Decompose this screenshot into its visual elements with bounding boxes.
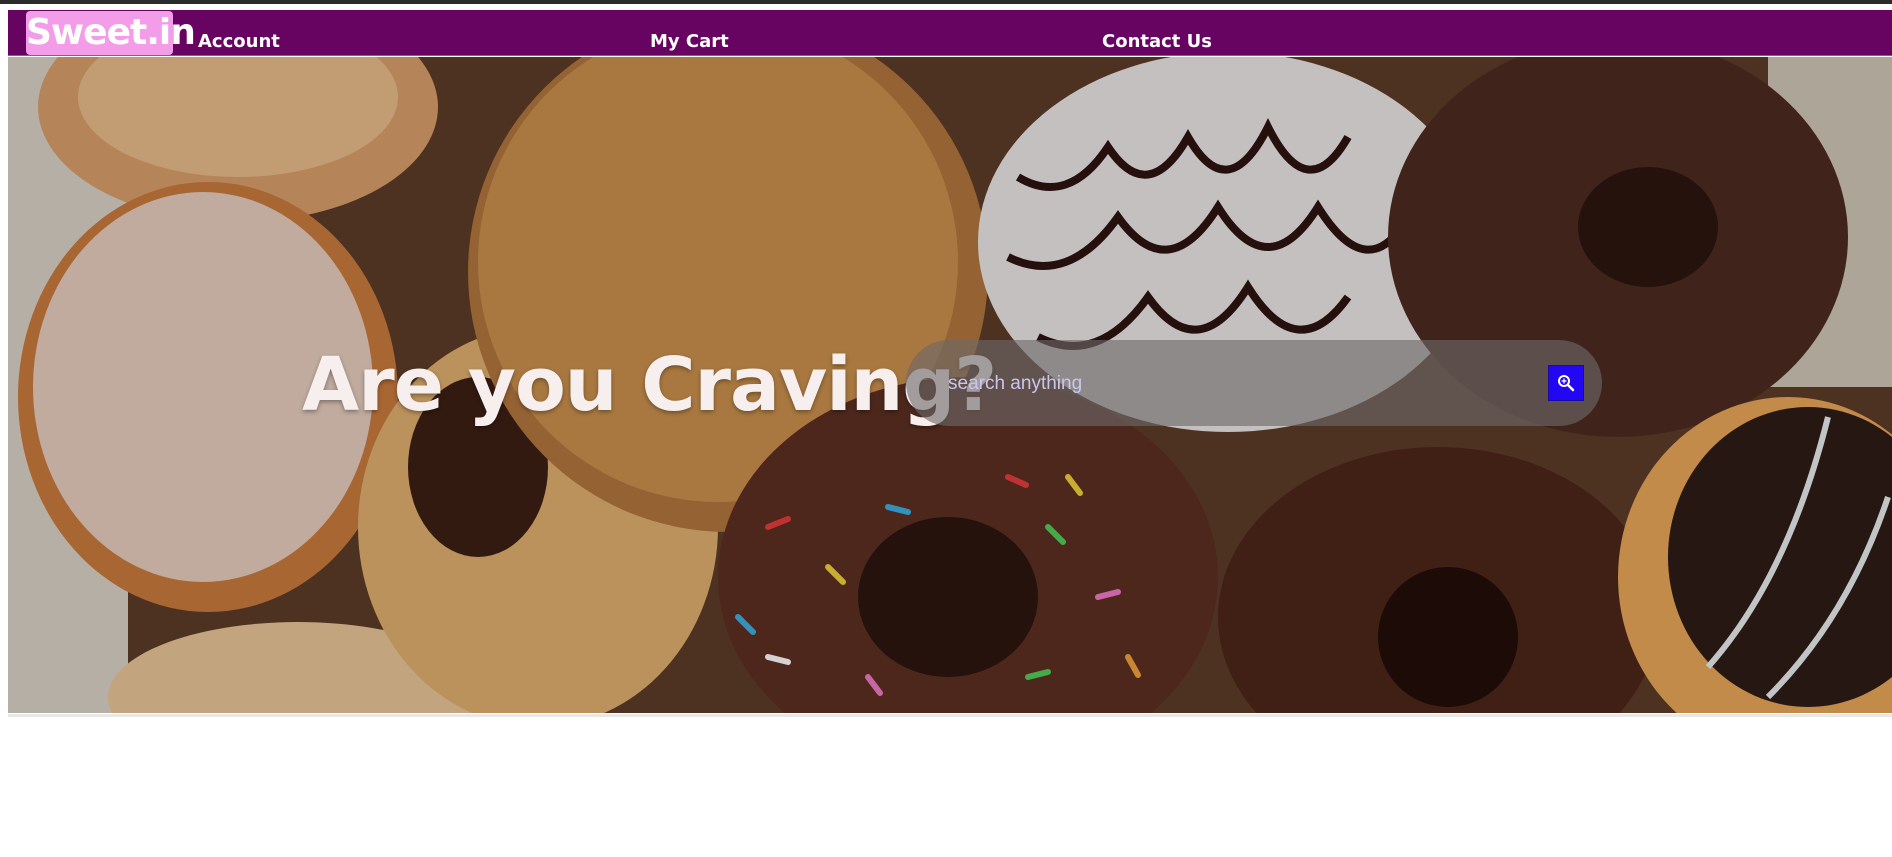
search-button[interactable]: [1548, 365, 1584, 401]
top-navbar: Sweet.in Account My Cart Contact Us: [8, 10, 1892, 56]
nav-link-account[interactable]: Account: [198, 31, 280, 53]
nav-link-my-cart[interactable]: My Cart: [650, 31, 729, 53]
search-zoom-icon: [1558, 375, 1575, 392]
nav-link-contact-us[interactable]: Contact Us: [1102, 31, 1212, 53]
search-bar: [906, 340, 1602, 426]
window-top-border: [0, 0, 1892, 4]
brand-logo[interactable]: Sweet.in: [26, 11, 196, 55]
search-input[interactable]: [946, 366, 1510, 402]
hero-bottom-divider: [8, 714, 1892, 717]
hero-headline: Are you Craving?: [302, 342, 997, 428]
